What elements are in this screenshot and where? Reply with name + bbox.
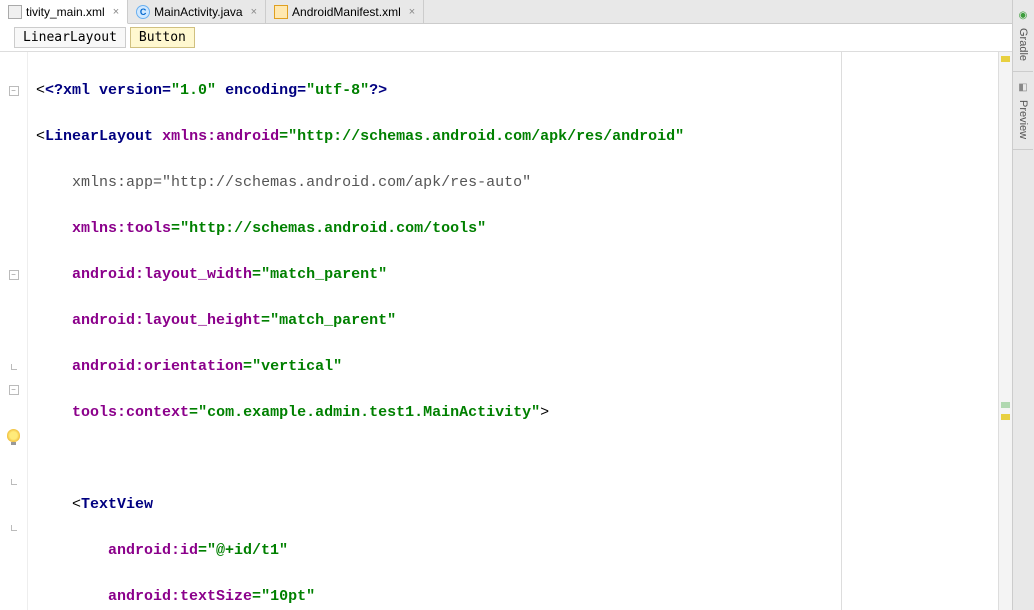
info-marker[interactable] bbox=[1001, 402, 1010, 408]
fold-icon[interactable]: − bbox=[0, 378, 27, 401]
fold-end-icon[interactable] bbox=[0, 470, 27, 493]
tab-activity-main[interactable]: tivity_main.xml × bbox=[0, 0, 128, 24]
fold-icon[interactable]: − bbox=[0, 263, 27, 286]
warning-marker[interactable] bbox=[1001, 414, 1010, 420]
code-editor[interactable]: <<?xml version="1.0" encoding="utf-8"?> … bbox=[28, 52, 1034, 610]
breadcrumb-button[interactable]: Button bbox=[130, 27, 195, 48]
fold-end-icon[interactable] bbox=[0, 355, 27, 378]
preview-panel-tab[interactable]: ◧ Preview bbox=[1013, 72, 1033, 150]
gradle-icon: ◉ bbox=[1016, 10, 1030, 24]
breadcrumb-linearlayout[interactable]: LinearLayout bbox=[14, 27, 126, 48]
warning-marker[interactable] bbox=[1001, 56, 1010, 62]
error-stripe[interactable] bbox=[998, 52, 1012, 610]
fold-end-icon[interactable] bbox=[0, 516, 27, 539]
fold-icon[interactable]: − bbox=[0, 79, 27, 102]
breadcrumb: LinearLayout Button bbox=[0, 24, 1034, 52]
close-icon[interactable]: × bbox=[409, 6, 415, 18]
preview-icon: ◧ bbox=[1016, 82, 1030, 96]
editor-tabs: tivity_main.xml × C MainActivity.java × … bbox=[0, 0, 1034, 24]
tab-label: MainActivity.java bbox=[154, 5, 242, 19]
xml-decl: <?xml version= bbox=[45, 82, 171, 99]
manifest-file-icon bbox=[274, 5, 288, 19]
textview-tag: TextView bbox=[81, 496, 153, 513]
linearlayout-tag: LinearLayout bbox=[45, 128, 153, 145]
editor-area: − − − <<?xml version="1.0" encoding="utf… bbox=[0, 52, 1034, 610]
intention-bulb-icon[interactable] bbox=[0, 424, 27, 447]
gutter: − − − bbox=[0, 52, 28, 610]
close-icon[interactable]: × bbox=[113, 6, 119, 18]
tab-label: tivity_main.xml bbox=[26, 5, 105, 19]
close-icon[interactable]: × bbox=[251, 6, 257, 18]
tab-android-manifest[interactable]: AndroidManifest.xml × bbox=[266, 0, 424, 23]
tab-label: AndroidManifest.xml bbox=[292, 5, 401, 19]
gradle-panel-tab[interactable]: ◉ Gradle bbox=[1013, 0, 1033, 72]
xml-file-icon bbox=[8, 5, 22, 19]
right-tool-panels: ◉ Gradle ◧ Preview bbox=[1012, 0, 1034, 610]
editor-splitter[interactable] bbox=[841, 52, 842, 610]
tab-main-activity-java[interactable]: C MainActivity.java × bbox=[128, 0, 266, 23]
java-class-icon: C bbox=[136, 5, 150, 19]
